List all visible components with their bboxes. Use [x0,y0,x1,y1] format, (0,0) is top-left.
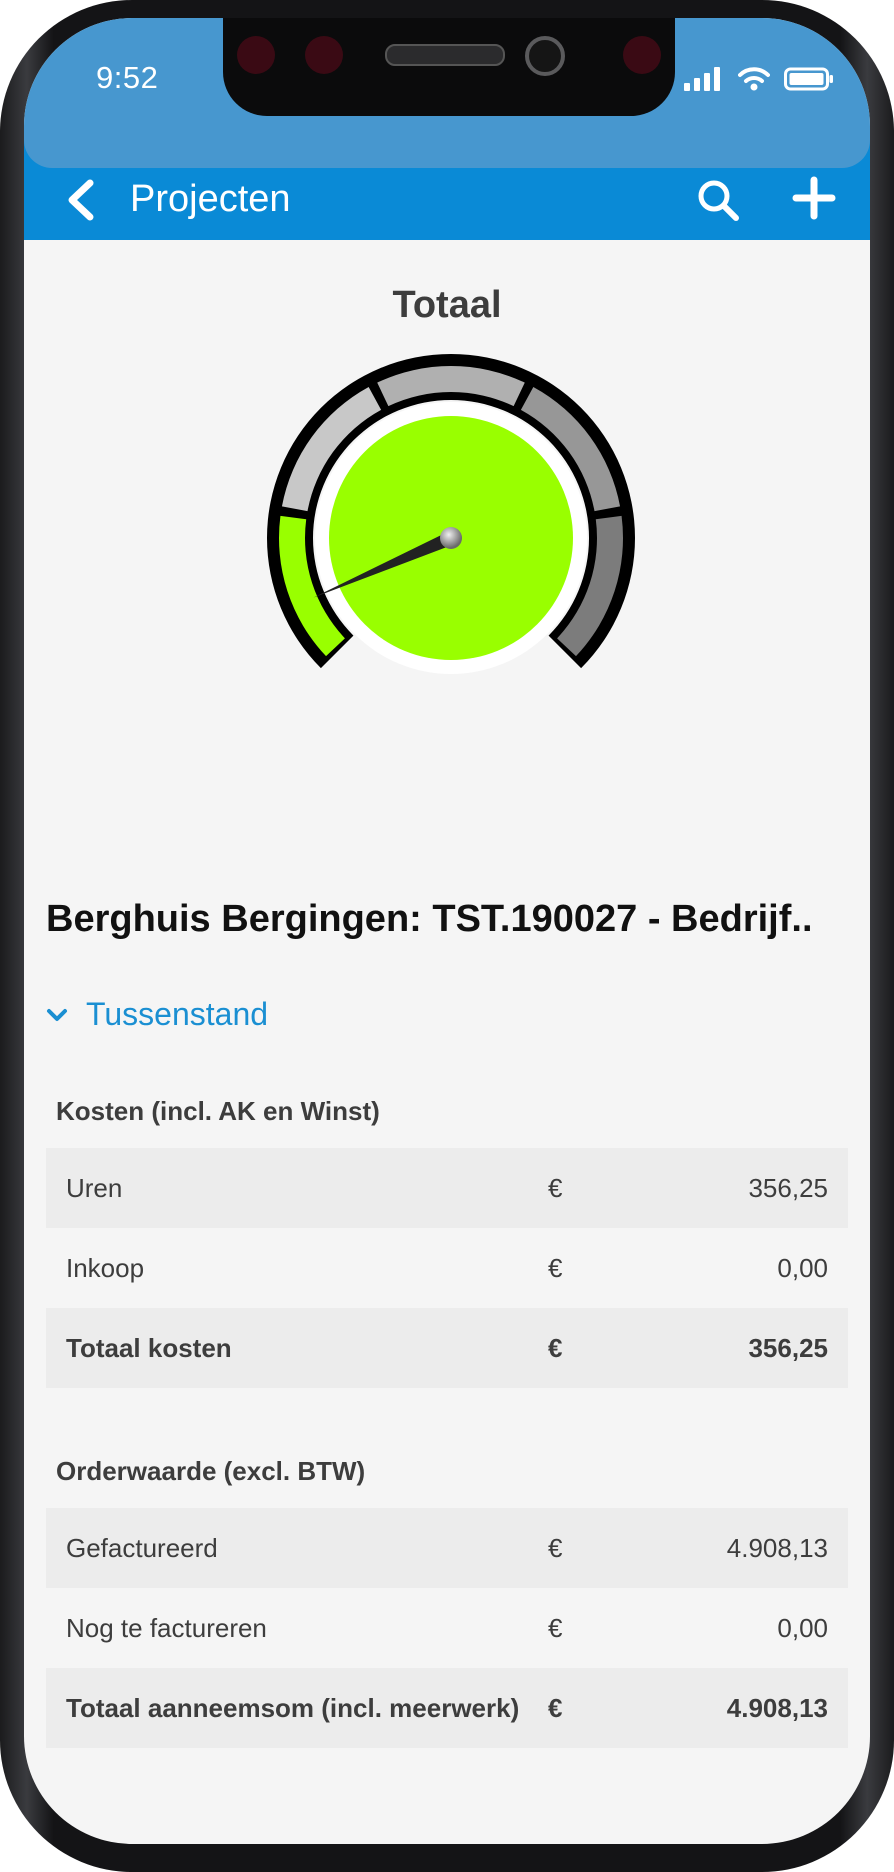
add-icon[interactable] [792,176,836,220]
row-currency: € [548,1612,563,1643]
table-total-row: Totaal kosten € 356,25 [46,1308,848,1388]
row-currency: € [548,1252,563,1283]
back-chevron-icon[interactable] [62,178,102,222]
costs-table: Uren € 356,25 Inkoop € 0,00 Totaal koste… [46,1148,848,1388]
tussenstand-toggle[interactable]: Tussenstand [46,996,268,1033]
order-table: Gefactureerd € 4.908,13 Nog te facturere… [46,1508,848,1748]
row-label: Totaal aanneemsom (incl. meerwerk) [66,1692,520,1723]
chevron-down-icon [47,1008,67,1021]
sensor-dot [305,36,343,74]
section-label: Tussenstand [86,996,269,1032]
row-label: Totaal kosten [66,1332,232,1363]
row-currency: € [548,1172,563,1203]
row-currency: € [548,1532,563,1563]
total-gauge [267,354,635,674]
row-amount: 0,00 [777,1612,828,1643]
app-bar-title: Projecten [130,178,291,220]
sensor-dot [237,36,275,74]
row-amount: 0,00 [777,1252,828,1283]
row-amount: 356,25 [748,1172,828,1203]
row-amount: 356,25 [748,1332,828,1363]
row-label: Nog te factureren [66,1612,267,1643]
row-label: Gefactureerd [66,1532,218,1563]
sensor-dot [623,36,661,74]
table-row: Gefactureerd € 4.908,13 [46,1508,848,1588]
row-currency: € [548,1692,563,1723]
signal-icon [684,67,720,91]
row-currency: € [548,1332,563,1363]
row-label: Inkoop [66,1252,145,1283]
battery-icon [784,67,833,91]
table-row: Uren € 356,25 [46,1148,848,1228]
speaker [385,44,505,66]
wifi-icon [738,67,770,91]
gauge-title: Totaal [392,284,502,326]
screen: 9:52 Projecten Totaal Berghuis Bergingen… [24,18,870,1844]
order-group-title: Orderwaarde (excl. BTW) [56,1456,366,1486]
costs-group-title: Kosten (incl. AK en Winst) [56,1096,380,1126]
row-amount: 4.908,13 [726,1692,828,1723]
table-row: Inkoop € 0,00 [46,1228,848,1308]
table-row: Nog te factureren € 0,00 [46,1588,848,1668]
status-icons [684,66,834,92]
front-camera [525,36,565,76]
search-icon[interactable] [694,176,742,224]
project-title: Berghuis Bergingen: TST.190027 - Bedrijf… [46,898,813,940]
status-time: 9:52 [96,60,159,95]
row-amount: 4.908,13 [726,1532,828,1563]
row-label: Uren [66,1172,123,1203]
table-total-row: Totaal aanneemsom (incl. meerwerk) € 4.9… [46,1668,848,1748]
gauge-hub [440,527,462,549]
notch [223,18,675,116]
